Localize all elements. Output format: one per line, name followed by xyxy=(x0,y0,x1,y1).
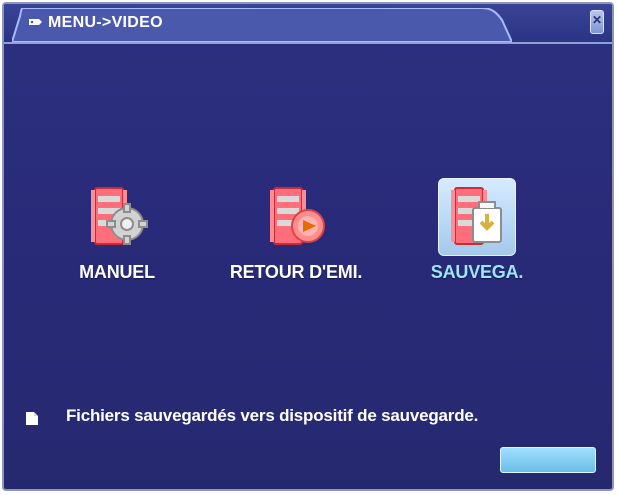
dvr-menu-window: MENU->VIDEO ✕ MANUEL RETOUR D'EMI. SAUVE… xyxy=(2,2,614,491)
menu-icon xyxy=(28,16,44,30)
tile-backup[interactable]: SAUVEGA. xyxy=(422,178,532,290)
document-icon xyxy=(24,410,42,428)
backup-icon xyxy=(451,187,502,245)
gear-icon xyxy=(91,187,148,245)
playback-icon xyxy=(270,187,325,245)
tile-playback[interactable]: RETOUR D'EMI. xyxy=(230,180,362,290)
playback-icon-wrap xyxy=(258,180,334,256)
tile-label-backup: SAUVEGA. xyxy=(430,262,524,282)
backup-icon-wrap xyxy=(439,180,515,256)
tile-label-playback: RETOUR D'EMI. xyxy=(229,262,363,282)
tile-manual[interactable]: MANUEL xyxy=(62,180,172,290)
tile-label-manual: MANUEL xyxy=(79,262,155,282)
close-icon: ✕ xyxy=(591,13,603,27)
window-title: MENU->VIDEO xyxy=(48,14,163,31)
title-bar: MENU->VIDEO ✕ xyxy=(4,4,612,44)
close-button[interactable]: ✕ xyxy=(590,10,604,34)
manual-icon-wrap xyxy=(79,180,155,256)
hint-text: Fichiers sauvegardés vers dispositif de … xyxy=(66,406,479,425)
title-tab: MENU->VIDEO xyxy=(12,8,512,42)
action-button[interactable] xyxy=(500,447,596,473)
hint-row: Fichiers sauvegardés vers dispositif de … xyxy=(24,406,594,430)
